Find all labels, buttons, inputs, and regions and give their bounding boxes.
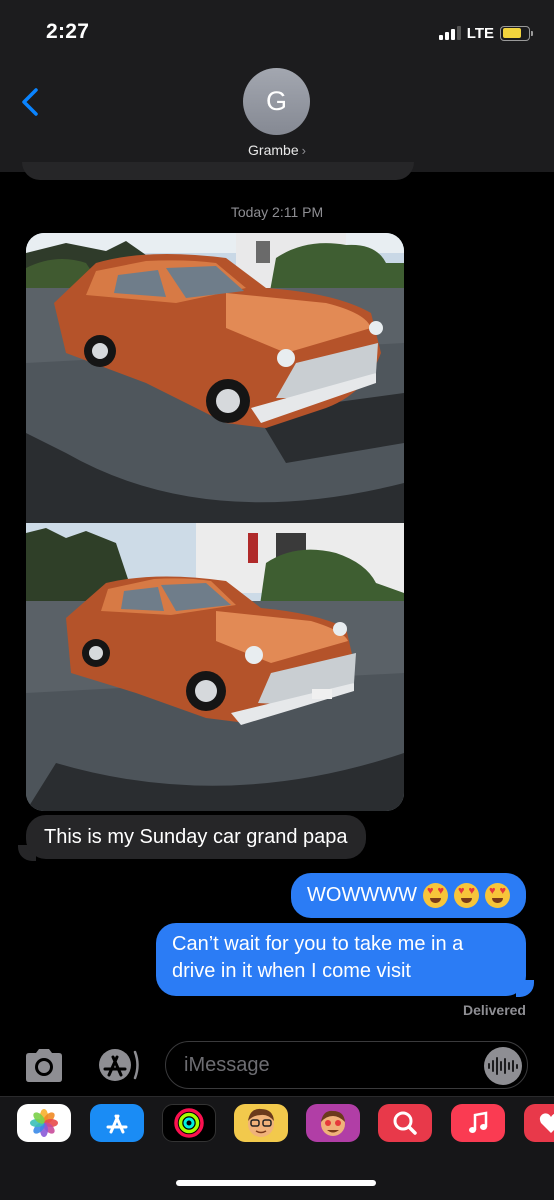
contact-name-button[interactable]: Grambe › <box>0 142 554 158</box>
outgoing-message[interactable]: Can’t wait for you to take me in a drive… <box>156 923 526 996</box>
car-photo-image <box>26 523 404 811</box>
message-input[interactable]: iMessage <box>165 1041 528 1089</box>
chevron-right-icon: › <box>301 143 306 158</box>
outgoing-message[interactable]: WOWWWW <box>291 873 526 918</box>
battery-icon <box>500 25 533 41</box>
outgoing-message-text: WOWWWW <box>307 884 417 906</box>
incoming-message[interactable]: This is my Sunday car grand papa <box>26 815 366 859</box>
heart-eyes-emoji-icon <box>423 883 448 908</box>
message-timestamp: Today 2:11 PM <box>230 204 324 220</box>
outgoing-message-text: Can’t wait for you to take me in a drive… <box>172 933 464 982</box>
heart-eyes-emoji-icon <box>454 883 479 908</box>
music-note-icon[interactable] <box>451 1104 505 1142</box>
contact-avatar[interactable]: G <box>243 68 310 135</box>
animoji-stickers-icon[interactable] <box>306 1104 360 1142</box>
back-chevron-icon[interactable] <box>16 84 48 120</box>
contact-name: Grambe <box>248 142 299 158</box>
heart-eyes-emoji-icon <box>485 883 510 908</box>
app-store-icon[interactable] <box>94 1046 140 1084</box>
status-indicators: LTE <box>438 23 533 43</box>
app-store-app-icon[interactable] <box>90 1104 144 1142</box>
photos-app-icon[interactable] <box>17 1104 71 1142</box>
photo-message[interactable] <box>26 523 404 811</box>
photo-message[interactable] <box>26 233 404 523</box>
delivery-status: Delivered <box>462 1002 526 1018</box>
avatar-initial: G <box>265 86 287 116</box>
activity-rings-icon[interactable] <box>162 1104 216 1142</box>
audio-waveform-icon[interactable] <box>484 1047 522 1085</box>
web-image-search-icon[interactable] <box>378 1104 432 1142</box>
digital-touch-heart-icon[interactable] <box>524 1104 554 1142</box>
memoji-stickers-icon[interactable] <box>234 1104 288 1142</box>
camera-icon[interactable] <box>22 1046 66 1084</box>
home-indicator[interactable] <box>176 1180 376 1186</box>
conversation-header: 2:27 LTE G Grambe › <box>0 0 554 172</box>
network-type: LTE <box>466 24 494 42</box>
car-photo-image <box>26 233 404 523</box>
message-input-placeholder: iMessage <box>184 1053 270 1076</box>
previous-message-bubble[interactable] <box>22 162 414 180</box>
signal-icon <box>438 26 461 40</box>
status-time: 2:27 <box>46 20 90 43</box>
incoming-message-text: This is my Sunday car grand papa <box>44 825 348 848</box>
